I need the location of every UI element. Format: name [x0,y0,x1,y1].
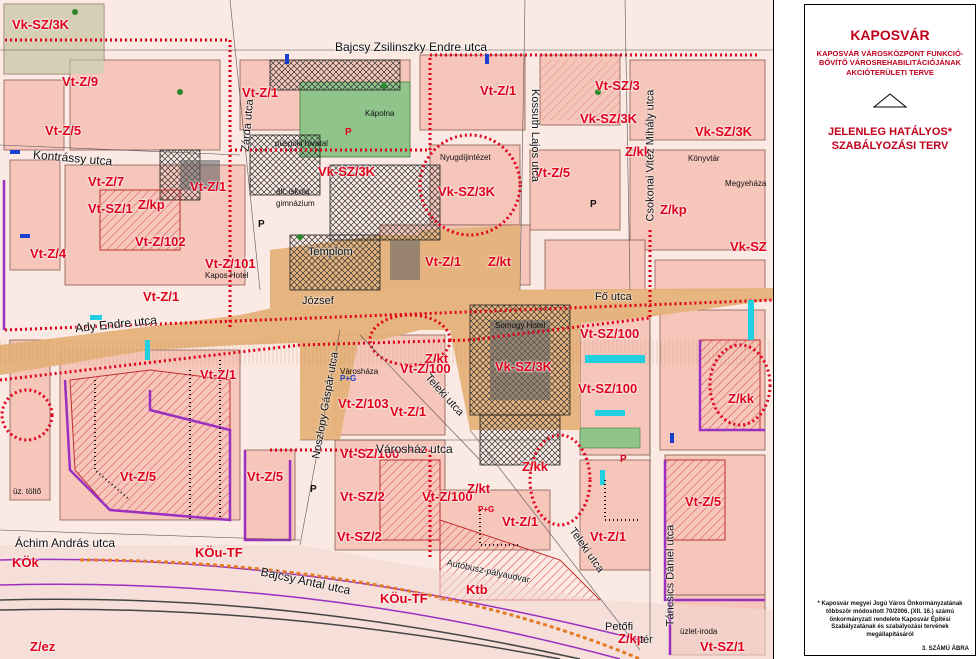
north-arrow-icon [872,93,908,114]
zone-label: Vt-Z/100 [400,361,451,376]
parking-symbol: P [310,484,317,495]
street-label: Áchim András utca [15,536,116,550]
zone-label: Vt-SZ/100 [580,326,640,341]
zone-label: Vt-Z/4 [30,246,67,261]
zone-label: Vt-Z/7 [88,174,125,189]
zone-label: Vt-Z/1 [200,367,237,382]
zone-label: Vk-SZ/3K [495,359,553,374]
zone-label: Vk-SZ/3K [695,124,753,139]
figure-label: 3. SZÁMÚ ÁBRA [921,646,969,652]
street-label: Városház utca [376,442,453,456]
building-label: üz. töltő [13,487,42,496]
parking-garage-symbol: P+G [340,374,357,383]
city-title: KAPOSVÁR [850,27,930,43]
parking-symbol: P [620,454,627,465]
building-label: Nyugdíjintézet [440,153,491,162]
building-label: Könyvtár [688,154,720,163]
zone-label: Vk-SZ [730,239,767,254]
street-label: Kossuth Lajos utca [528,89,541,182]
zone-label: Vt-SZ/1 [700,639,745,654]
building-label: üzlet-iroda [680,627,718,636]
regulation-map: Vk-SZ/3K Vt-Z/9 Vt-Z/5 Vt-Z/1 Vt-Z/1 Vt-… [0,0,774,659]
street-label: Templom [308,246,353,258]
zone-label: Vt-Z/5 [120,469,157,484]
zone-label: Vt-Z/103 [338,396,389,411]
zone-label: Vt-Z/1 [425,254,462,269]
zone-label: Vt-SZ/2 [340,489,385,504]
zone-label: Vt-SZ/1 [88,201,133,216]
street-label: tér [640,634,653,646]
zone-label: Vk-SZ/3K [438,184,496,199]
plan-subtitle: KAPOSVÁR VÁROSKÖZPONT FUNKCIÓ-BŐVÍTŐ VÁR… [816,49,964,77]
zone-label: Ktb [466,582,488,597]
zone-label: Vt-SZ/100 [578,381,638,396]
building-label: Kapos Hotel [205,271,249,280]
street-label: Táncsics Dániel utca [664,524,677,627]
building-label: püspöki hivatal [275,139,328,148]
zone-label: Vk-SZ/3K [580,111,638,126]
zone-label: Vt-Z/1 [190,179,227,194]
zone-label: Z/ez [30,639,56,654]
building-label: Kápolna [365,109,395,118]
zone-label: Vk-SZ/3K [318,164,376,179]
parking-symbol: P [590,199,597,210]
street-label: Petőfi [605,621,634,633]
building-label: ált. iskola [276,187,310,196]
zone-label: Z/kp [660,202,687,217]
legend-panel: KAPOSVÁR KAPOSVÁR VÁROSKÖZPONT FUNKCIÓ-B… [804,4,976,656]
building-label: Somogy Hotel [495,321,546,330]
building-label: Megyeháza [725,179,767,188]
street-label: Csokonai Vitéz Mihály utca [644,89,657,222]
zone-label: Vt-Z/1 [143,289,180,304]
zone-label: Z/kt [488,254,512,269]
zone-label: Vt-SZ/3 [595,78,640,93]
zone-label: Vt-Z/1 [242,85,279,100]
zone-label: Vt-Z/100 [422,489,473,504]
street-label: Bajcsy Zsilinszky Endre utca [335,40,488,54]
zone-label: Vk-SZ/3K [12,17,70,32]
zone-label: Vt-Z/1 [390,404,427,419]
zone-label: Vt-Z/5 [685,494,722,509]
zone-label: Z/kk [728,391,755,406]
street-label: Fő utca [595,291,632,303]
zone-label: Vt-Z/1 [590,529,627,544]
parking-garage-symbol: P+G [478,505,495,514]
zone-label: Vt-Z/5 [247,469,284,484]
zone-label: KÖu-TF [195,545,243,560]
building-label: gimnázium [276,199,315,208]
zone-label: Vt-Z/102 [135,234,186,249]
zone-label: Vt-Z/9 [62,74,99,89]
street-label: József [302,295,334,307]
zone-label: Z/kt [467,481,491,496]
zone-label: KÖk [12,555,39,570]
zone-label: Vt-Z/1 [480,83,517,98]
zone-label: KÖu-TF [380,591,428,606]
plan-status: JELENLEG HATÁLYOS* SZABÁLYOZÁSI TERV [809,125,971,154]
plan-status-line1: JELENLEG HATÁLYOS* [827,126,953,138]
zone-label: Z/kp [138,197,165,212]
plan-status-line2: SZABÁLYOZÁSI TERV [831,140,949,153]
zone-label: Vt-Z/1 [502,514,539,529]
zone-label: Vt-Z/101 [205,256,256,271]
zone-label: Z/kk [522,459,549,474]
parking-symbol: P [345,127,352,138]
zone-label: Vt-Z/5 [45,123,82,138]
footnote: * Kaposvár megyei Jogú Város Önkormányza… [817,601,963,639]
parking-symbol: P [258,219,265,230]
zone-label: Vt-SZ/2 [337,529,382,544]
